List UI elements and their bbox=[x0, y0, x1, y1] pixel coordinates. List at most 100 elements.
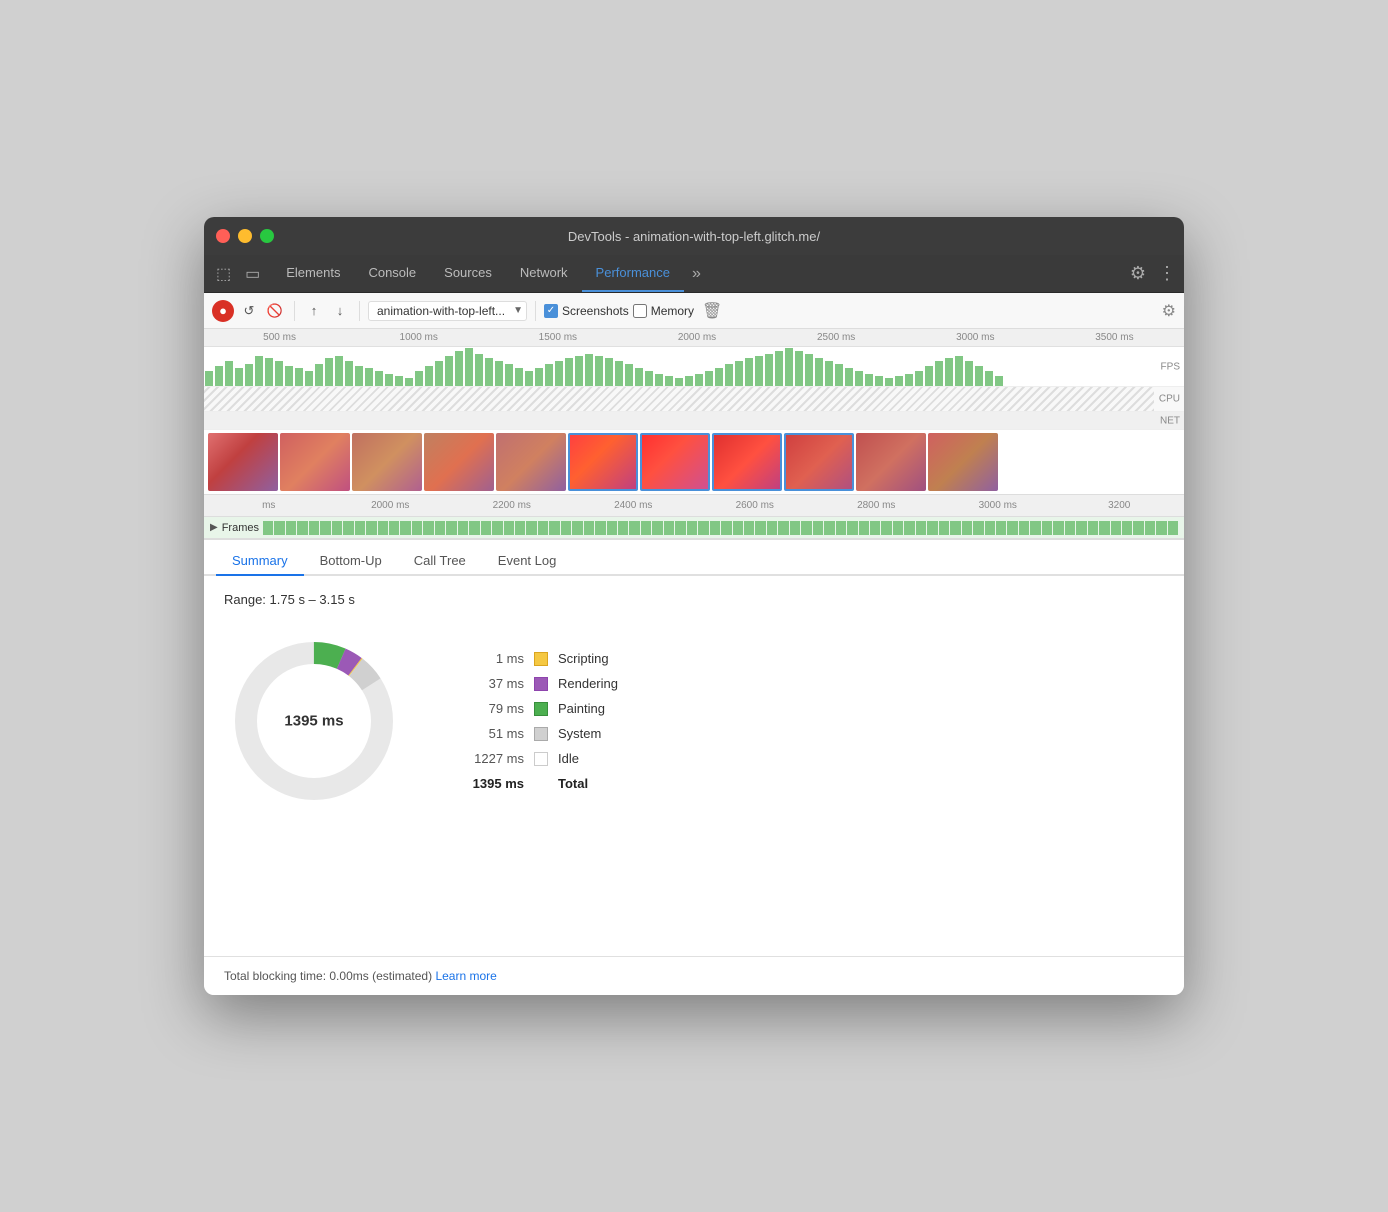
fps-bar bbox=[445, 356, 453, 386]
tab-sources[interactable]: Sources bbox=[430, 255, 506, 292]
cursor-icon[interactable]: ⬚ bbox=[212, 262, 235, 286]
fps-bar bbox=[505, 364, 513, 386]
screenshots-checkbox[interactable]: ✓ bbox=[544, 304, 558, 318]
frames-expand-icon[interactable]: ▶ bbox=[210, 522, 218, 533]
fps-bar bbox=[345, 361, 353, 386]
fps-label: FPS bbox=[1161, 361, 1180, 372]
frame-block bbox=[1019, 521, 1029, 535]
more-options-icon[interactable]: ⋮ bbox=[1158, 263, 1176, 284]
fps-bar bbox=[905, 374, 913, 386]
screenshot-thumbnail[interactable] bbox=[640, 433, 710, 491]
frame-block bbox=[733, 521, 743, 535]
learn-more-link[interactable]: Learn more bbox=[435, 969, 496, 983]
frame-block bbox=[412, 521, 422, 535]
fps-bar bbox=[425, 366, 433, 386]
profile-select[interactable]: animation-with-top-left... bbox=[368, 301, 527, 321]
download-button[interactable]: ↓ bbox=[329, 300, 351, 322]
frame-block bbox=[469, 521, 479, 535]
screenshot-thumbnail[interactable] bbox=[784, 433, 854, 491]
capture-settings-icon[interactable]: ⚙ bbox=[1162, 301, 1176, 321]
total-value: 1395 ms bbox=[464, 776, 524, 791]
donut-chart: 1395 ms bbox=[224, 631, 404, 811]
fps-bar bbox=[525, 371, 533, 386]
frame-block bbox=[870, 521, 880, 535]
frame-block bbox=[973, 521, 983, 535]
bottom-mark-1: 2000 ms bbox=[330, 500, 452, 511]
fps-bar bbox=[605, 358, 613, 386]
screenshot-thumbnail[interactable] bbox=[856, 433, 926, 491]
screenshot-thumbnail[interactable] bbox=[928, 433, 998, 491]
sub-tab-bottom-up[interactable]: Bottom-Up bbox=[304, 553, 398, 576]
screenshot-thumbnail[interactable] bbox=[712, 433, 782, 491]
fps-bar bbox=[285, 366, 293, 386]
fps-row: FPS bbox=[204, 347, 1184, 387]
frame-block bbox=[893, 521, 903, 535]
screenshot-thumbnail[interactable] bbox=[424, 433, 494, 491]
screenshot-thumbnail[interactable] bbox=[568, 433, 638, 491]
fps-bar bbox=[415, 371, 423, 386]
fps-bar bbox=[235, 368, 243, 386]
devtools-window: DevTools - animation-with-top-left.glitc… bbox=[204, 217, 1184, 995]
screenshot-thumbnail[interactable] bbox=[208, 433, 278, 491]
minimize-button[interactable] bbox=[238, 229, 252, 243]
frame-block bbox=[664, 521, 674, 535]
frame-block bbox=[343, 521, 353, 535]
reload-button[interactable]: ↺ bbox=[238, 300, 260, 322]
screenshot-thumbnail[interactable] bbox=[280, 433, 350, 491]
frame-block bbox=[641, 521, 651, 535]
sub-tab-event-log[interactable]: Event Log bbox=[482, 553, 573, 576]
ruler-mark-3000: 3000 ms bbox=[906, 332, 1045, 343]
frame-block bbox=[1145, 521, 1155, 535]
tab-performance[interactable]: Performance bbox=[582, 255, 684, 292]
frame-block bbox=[629, 521, 639, 535]
fps-bar bbox=[385, 374, 393, 386]
fps-bar bbox=[475, 354, 483, 386]
screenshot-thumbnail[interactable] bbox=[352, 433, 422, 491]
toolbar-divider bbox=[294, 301, 295, 321]
frame-block bbox=[1099, 521, 1109, 535]
close-button[interactable] bbox=[216, 229, 230, 243]
idle-swatch bbox=[534, 752, 548, 766]
ruler-mark-3500: 3500 ms bbox=[1045, 332, 1184, 343]
frame-block bbox=[1133, 521, 1143, 535]
sub-tab-summary[interactable]: Summary bbox=[216, 553, 304, 576]
fps-bar bbox=[875, 376, 883, 386]
frame-block bbox=[1168, 521, 1178, 535]
frame-block bbox=[881, 521, 891, 535]
legend-row-painting: 79 ms Painting bbox=[464, 701, 618, 716]
tab-console[interactable]: Console bbox=[354, 255, 430, 292]
sub-tab-call-tree[interactable]: Call Tree bbox=[398, 553, 482, 576]
record-button[interactable]: ● bbox=[212, 300, 234, 322]
clear-button[interactable]: 🚫 bbox=[264, 300, 286, 322]
ruler-marks: 500 ms 1000 ms 1500 ms 2000 ms 2500 ms 3… bbox=[210, 332, 1184, 343]
frame-block bbox=[526, 521, 536, 535]
frame-block bbox=[698, 521, 708, 535]
fps-bar bbox=[625, 364, 633, 386]
cpu-pattern bbox=[204, 387, 1154, 411]
fps-bar bbox=[755, 356, 763, 386]
donut-center-text: 1395 ms bbox=[284, 713, 343, 730]
bottom-mark-4: 2600 ms bbox=[694, 500, 816, 511]
fps-bar bbox=[365, 368, 373, 386]
memory-checkbox[interactable] bbox=[633, 304, 647, 318]
fps-bar bbox=[335, 356, 343, 386]
tab-elements[interactable]: Elements bbox=[272, 255, 354, 292]
more-tabs-button[interactable]: » bbox=[684, 265, 709, 283]
screenshots-row[interactable] bbox=[204, 430, 1184, 495]
tab-network[interactable]: Network bbox=[506, 255, 582, 292]
maximize-button[interactable] bbox=[260, 229, 274, 243]
device-icon[interactable]: ▭ bbox=[241, 262, 264, 286]
fps-bar bbox=[845, 368, 853, 386]
cpu-row: CPU bbox=[204, 387, 1184, 412]
footer-text: Total blocking time: 0.00ms (estimated) bbox=[224, 969, 432, 983]
fps-bar bbox=[675, 378, 683, 386]
fps-bar bbox=[995, 376, 1003, 386]
fps-bar bbox=[855, 371, 863, 386]
trash-icon[interactable]: 🗑 bbox=[702, 301, 722, 321]
fps-bar bbox=[655, 374, 663, 386]
upload-button[interactable]: ↑ bbox=[303, 300, 325, 322]
legend-row-total: 1395 ms Total bbox=[464, 776, 618, 791]
screenshot-thumbnail[interactable] bbox=[496, 433, 566, 491]
settings-icon[interactable]: ⚙ bbox=[1130, 263, 1146, 284]
frame-block bbox=[286, 521, 296, 535]
